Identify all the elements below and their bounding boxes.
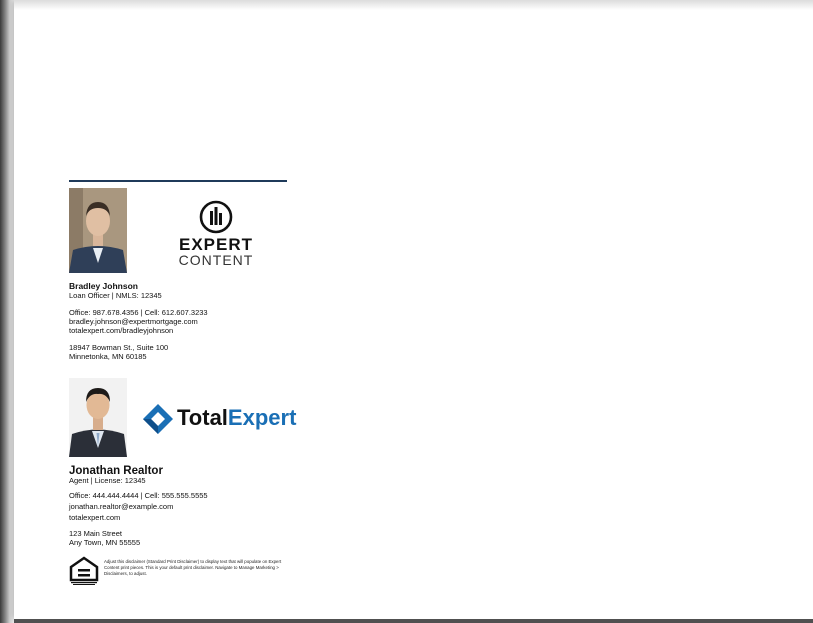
card1-name: Bradley Johnson — [69, 281, 138, 291]
expert-content-logo: EXPERT CONTENT — [178, 200, 254, 267]
card2-website: totalexpert.com — [69, 513, 121, 522]
card2-phones: Office: 444.444.4444 | Cell: 555.555.555… — [69, 491, 208, 500]
print-disclaimer: Adjust this disclaimer (Standard Print D… — [104, 559, 282, 576]
page-bottom-edge — [14, 619, 813, 623]
card2-title: Agent | License: 12345 — [69, 476, 146, 485]
card2-address-line2: Any Town, MN 55555 — [69, 538, 141, 547]
content-logo-text: CONTENT — [178, 252, 254, 268]
card1-title: Loan Officer | NMLS: 12345 — [69, 291, 162, 300]
equal-housing-lender-icon — [69, 556, 99, 585]
card1-website: totalexpert.com/bradleyjohnson — [69, 326, 174, 335]
total-logo-part: Total — [177, 405, 228, 430]
card2-email: jonathan.realtor@example.com — [69, 502, 174, 511]
jonathan-realtor-photo — [69, 378, 127, 457]
total-expert-logo: TotalExpert — [142, 402, 296, 436]
expert-logo-text: EXPERT — [178, 235, 254, 254]
card1-address-line2: Minnetonka, MN 60185 — [69, 352, 147, 361]
bradley-johnson-photo — [69, 188, 127, 273]
total-expert-diamond-icon — [143, 404, 173, 434]
expert-content-logo-icon — [199, 200, 233, 234]
page-top-shadow — [14, 0, 813, 10]
pdf-viewer-left-edge — [0, 0, 14, 623]
expert-logo-part: Expert — [227, 405, 297, 430]
total-expert-logo-text: TotalExpert — [177, 405, 296, 431]
header-divider — [69, 180, 287, 182]
